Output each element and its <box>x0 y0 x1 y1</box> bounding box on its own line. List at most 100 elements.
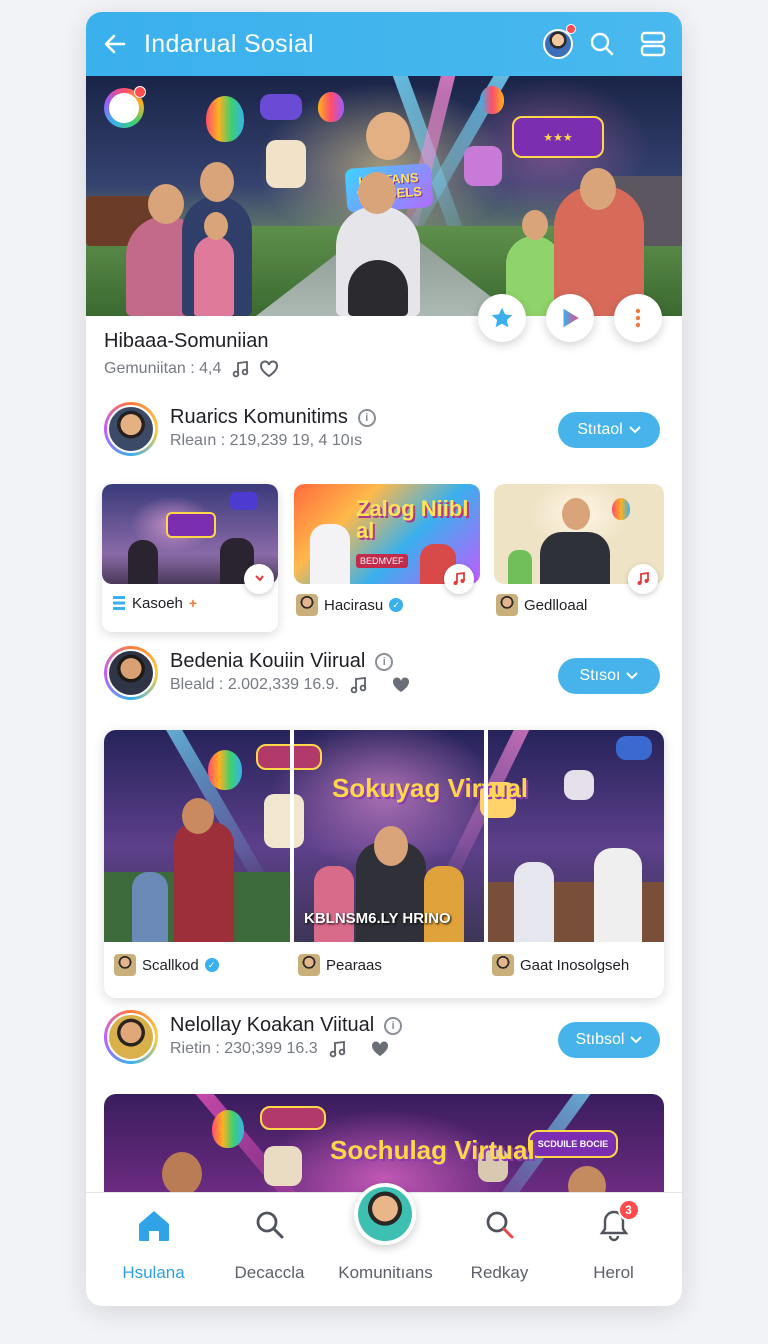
thumb-tag: BEDMVEF <box>356 554 408 568</box>
follow-button[interactable]: Stıtaol <box>558 412 660 448</box>
nav-label: Herol <box>593 1263 634 1282</box>
app-header: Indarual Sosial <box>86 12 682 76</box>
person-figure <box>128 540 158 584</box>
follow-button[interactable]: Stıbsol <box>558 1022 660 1058</box>
person-figure <box>508 550 532 584</box>
back-arrow-icon <box>104 34 126 54</box>
logo-badge <box>134 86 146 98</box>
heart-icon[interactable] <box>370 1040 390 1058</box>
card-footer: Gaat Inosolgseh <box>492 954 629 976</box>
photo-card <box>264 1146 302 1186</box>
community-meta: Rietin : 230;399 16.3 <box>170 1040 390 1058</box>
plus-badge-icon: + <box>188 595 198 611</box>
feed-meta-text: Gemuniitan : 4,4 <box>104 360 222 377</box>
play-button[interactable] <box>546 294 594 342</box>
thumb-title: Zalog Niibl al <box>356 496 469 543</box>
info-icon[interactable]: i <box>357 408 376 427</box>
media-card[interactable]: Kasoeh + <box>102 484 278 632</box>
hot-air-balloon <box>212 1110 244 1148</box>
person-figure <box>424 866 464 942</box>
hot-air-balloon <box>318 92 344 122</box>
community-name[interactable]: Bedenia Kouiin Viirual i <box>170 650 394 673</box>
search-icon <box>590 32 614 56</box>
community-meta-text: Rietin : 230;399 16.3 <box>170 1040 318 1057</box>
card-footer: Kasoeh + <box>112 594 197 612</box>
more-button[interactable] <box>614 294 662 342</box>
person-head <box>374 826 408 866</box>
featured-title: Sochulag Virtual <box>330 1135 535 1165</box>
card-footer: Gedlloaal <box>496 594 587 616</box>
featured-post-card[interactable]: Sokuyag Virtual KBLNSM6.LY HRINO Scallko… <box>104 730 664 998</box>
hot-air-balloon <box>480 86 504 114</box>
bottom-navigation: Hsulana Decaccla Komunitıans Redkay 3 He… <box>86 1183 682 1306</box>
list-icon <box>113 596 125 610</box>
follow-label: Stısoı <box>579 667 621 684</box>
info-icon[interactable]: i <box>384 1016 403 1035</box>
speech-bubble <box>260 94 302 120</box>
community-avatar[interactable] <box>354 1183 416 1245</box>
media-card[interactable]: Gedlloaal <box>494 484 664 632</box>
info-icon[interactable]: i <box>375 652 394 671</box>
photo-card <box>264 794 304 848</box>
community-avatar[interactable] <box>104 402 158 456</box>
card-music-button[interactable] <box>444 564 474 594</box>
user-avatar <box>114 954 136 976</box>
community-name[interactable]: Nelollay Koakan Viitual i <box>170 1014 403 1037</box>
card-footer: Scallkod ✓ <box>114 954 219 976</box>
nav-label: Redkay <box>470 1263 529 1282</box>
heart-icon[interactable] <box>259 360 279 378</box>
person-figure <box>310 524 350 584</box>
person-head <box>200 162 234 202</box>
card-user: Gaat Inosolgseh <box>520 956 630 974</box>
avatar-image <box>107 405 155 453</box>
person-head <box>162 1152 202 1196</box>
person-figure <box>194 236 234 316</box>
featured-image: Sokuyag Virtual KBLNSM6.LY HRINO <box>104 730 664 942</box>
community-name[interactable]: Ruarics Komunitims i <box>170 406 376 429</box>
page-title: Indarual Sosial <box>144 29 314 58</box>
nav-discover[interactable]: Decaccla <box>210 1193 329 1306</box>
nav-notifications[interactable]: 3 Herol <box>554 1193 673 1306</box>
community-avatar[interactable] <box>104 1010 158 1064</box>
card-music-button[interactable] <box>628 564 658 594</box>
media-card[interactable]: Zalog Niibl al BEDMVEF Hacirasu ✓ <box>294 484 480 632</box>
feed-meta: Gemuniitan : 4,4 <box>104 360 279 378</box>
person-head <box>358 172 396 214</box>
community-name-text: Ruarics Komunitims <box>170 406 348 428</box>
community-logo[interactable] <box>104 86 146 128</box>
chevron-down-icon <box>626 672 639 680</box>
user-avatar <box>296 594 318 616</box>
chevron-right-icon <box>255 575 264 582</box>
person-figure <box>132 872 168 942</box>
nav-ready[interactable]: Redkay <box>440 1193 559 1306</box>
music-note-icon[interactable] <box>328 1040 346 1058</box>
app-screen: Indarual Sosial ★★★ KHI TANS VKUISELS <box>86 12 682 1306</box>
card-action-button[interactable] <box>244 564 274 594</box>
speech-bubble <box>260 1106 326 1130</box>
music-note-icon[interactable] <box>231 360 249 378</box>
person-figure <box>540 532 610 584</box>
card-user: Kasoeh <box>132 594 183 612</box>
user-avatar <box>492 954 514 976</box>
person-head <box>204 212 228 240</box>
music-note-icon[interactable] <box>349 676 367 694</box>
photo-card <box>464 146 502 186</box>
thumb-bubble <box>230 492 258 510</box>
menu-button[interactable] <box>624 12 682 76</box>
back-button[interactable] <box>86 12 144 76</box>
profile-button[interactable] <box>536 12 580 76</box>
hot-air-balloon <box>206 96 244 142</box>
chevron-down-icon <box>630 1036 643 1044</box>
nav-home[interactable]: Hsulana <box>94 1193 213 1306</box>
community-meta-text: Bleald : 2.002,339 16.9. <box>170 676 340 693</box>
community-avatar[interactable] <box>104 646 158 700</box>
heart-icon[interactable] <box>391 676 411 694</box>
follow-button[interactable]: Stısoı <box>558 658 660 694</box>
favorite-button[interactable] <box>478 294 526 342</box>
card-user: Gedlloaal <box>524 596 588 614</box>
hero-banner-image[interactable]: ★★★ KHI TANS VKUISELS <box>86 76 682 316</box>
search-button[interactable] <box>580 12 624 76</box>
nav-label: Komunitıans <box>338 1263 433 1282</box>
speech-bubble: SCDUILE BOCIE <box>528 1130 618 1158</box>
speech-bubble <box>256 744 322 770</box>
